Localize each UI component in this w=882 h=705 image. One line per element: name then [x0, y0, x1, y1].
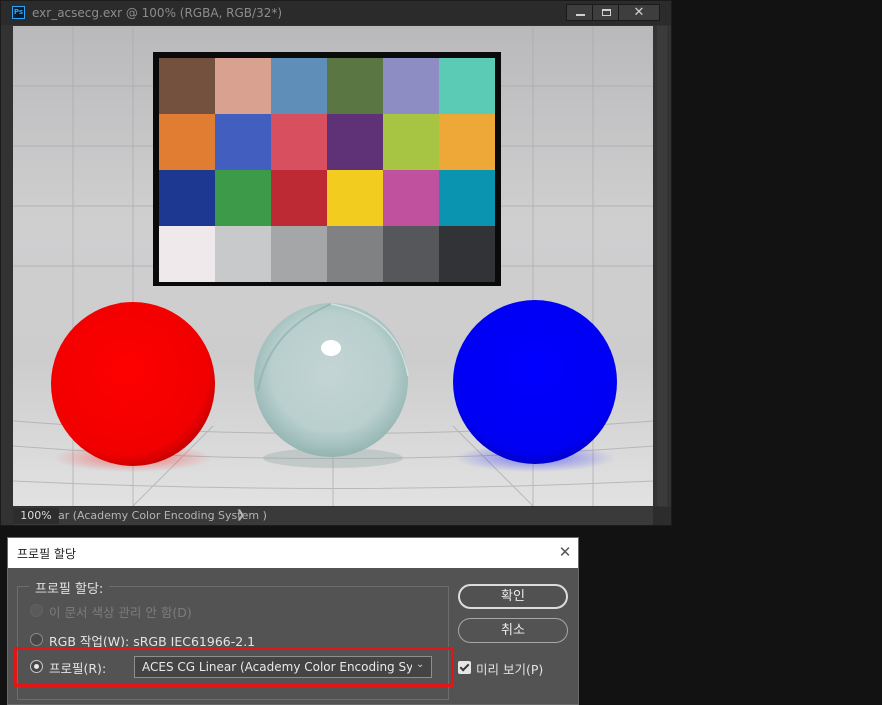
group-label: 프로필 할당:	[29, 578, 110, 597]
color-checker-patch	[439, 114, 495, 170]
render-scene	[13, 26, 653, 506]
color-checker-patch	[383, 58, 439, 114]
minimize-button[interactable]	[566, 4, 594, 21]
color-checker-patch	[383, 170, 439, 226]
color-checker-patch	[159, 58, 215, 114]
color-checker-patch	[215, 170, 271, 226]
preview-checkbox[interactable]	[458, 661, 471, 674]
close-window-button[interactable]: ✕	[618, 4, 660, 21]
color-checker-patch	[439, 226, 495, 282]
glass-sphere-highlight	[321, 340, 341, 356]
status-menu-arrow-icon[interactable]: ❯	[236, 508, 245, 521]
color-checker-patch	[327, 170, 383, 226]
minimize-icon	[576, 14, 585, 16]
color-checker-patch	[215, 114, 271, 170]
color-checker-patch	[383, 114, 439, 170]
color-checker-patch	[271, 226, 327, 282]
color-checker-patch	[383, 226, 439, 282]
document-window: Ps exr_acsecg.exr @ 100% (RGBA, RGB/32*)…	[0, 0, 672, 526]
color-checker-patch	[271, 58, 327, 114]
maximize-button[interactable]	[592, 4, 620, 21]
color-checker-patch	[271, 114, 327, 170]
dialog-close-icon[interactable]: ✕	[556, 542, 574, 562]
preview-checkbox-label: 미리 보기(P)	[476, 662, 544, 677]
radio-dont-color-manage[interactable]	[30, 604, 43, 617]
color-checker-patch	[159, 114, 215, 170]
resize-grip[interactable]	[653, 507, 671, 525]
assign-profile-dialog: 프로필 할당 ✕ 프로필 할당: 이 문서 색상 관리 안 함(D) RGB 작…	[7, 537, 579, 705]
cancel-button[interactable]: 취소	[458, 618, 568, 643]
zoom-level-field[interactable]: 100%	[13, 508, 59, 524]
color-checker-chart	[159, 58, 495, 282]
color-checker-patch	[215, 226, 271, 282]
status-bar: 100% ar (Academy Color Encoding System )…	[13, 507, 653, 525]
close-icon: ✕	[633, 5, 645, 20]
maximize-icon	[602, 9, 611, 16]
document-titlebar[interactable]: Ps exr_acsecg.exr @ 100% (RGBA, RGB/32*)…	[1, 1, 671, 25]
photoshop-app-icon: Ps	[12, 6, 25, 19]
image-canvas[interactable]	[13, 26, 653, 506]
radio-working-rgb[interactable]	[30, 633, 43, 646]
color-checker-patch	[439, 58, 495, 114]
color-checker-patch	[439, 170, 495, 226]
color-checker-patch	[327, 114, 383, 170]
dialog-title: 프로필 할당	[17, 547, 77, 561]
color-checker-patch	[327, 58, 383, 114]
color-checker-patch	[159, 170, 215, 226]
color-checker-patch	[271, 170, 327, 226]
document-title: exr_acsecg.exr @ 100% (RGBA, RGB/32*)	[32, 6, 283, 20]
vertical-scrollbar[interactable]	[653, 26, 671, 506]
glass-sphere	[254, 303, 408, 457]
color-checker-patch	[215, 58, 271, 114]
vertical-scrollbar-thumb[interactable]	[657, 26, 667, 506]
ok-button[interactable]: 확인	[458, 584, 568, 609]
option-dont-color-manage-label: 이 문서 색상 관리 안 함(D)	[49, 605, 192, 620]
highlight-annotation-box	[14, 647, 454, 687]
color-checker-patch	[159, 226, 215, 282]
color-checker-patch	[327, 226, 383, 282]
blue-sphere	[453, 300, 617, 464]
dialog-titlebar[interactable]: 프로필 할당 ✕	[8, 538, 578, 568]
red-sphere	[51, 302, 215, 466]
